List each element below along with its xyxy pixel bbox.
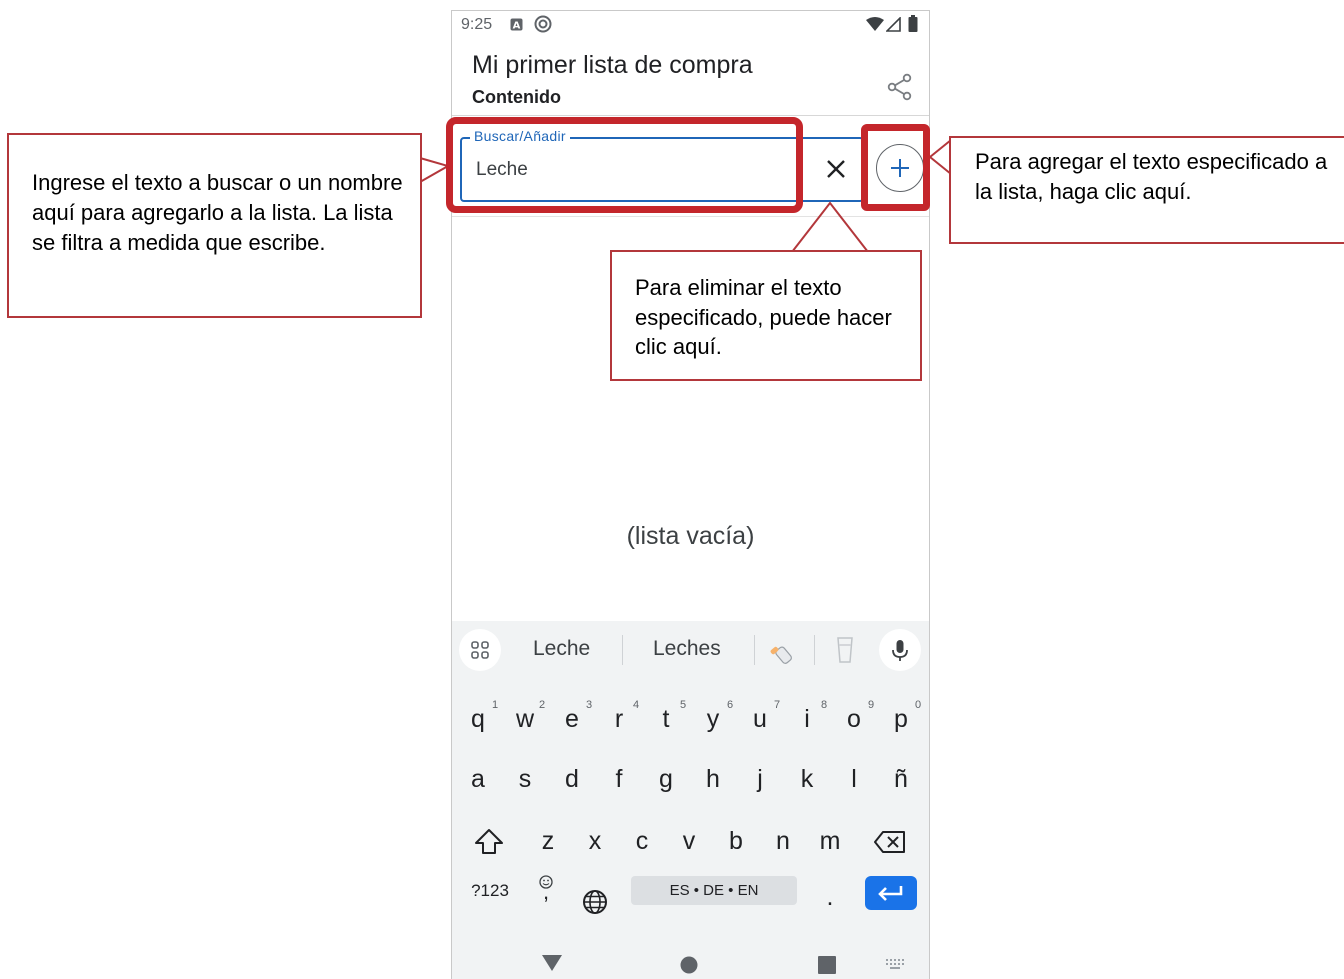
add-button-highlight bbox=[861, 124, 930, 211]
callout-clear-text: Para eliminar el texto especificado, pue… bbox=[635, 275, 892, 359]
callout-add: Para agregar el texto especificado a la … bbox=[949, 136, 1344, 244]
callout-add-text: Para agregar el texto especificado a la … bbox=[975, 149, 1328, 204]
callout-clear: Para eliminar el texto especificado, pue… bbox=[610, 250, 922, 381]
callout-search: Ingrese el texto a buscar o un nombre aq… bbox=[7, 133, 422, 318]
callout-search-text: Ingrese el texto a buscar o un nombre aq… bbox=[32, 170, 403, 255]
search-highlight bbox=[446, 117, 803, 213]
